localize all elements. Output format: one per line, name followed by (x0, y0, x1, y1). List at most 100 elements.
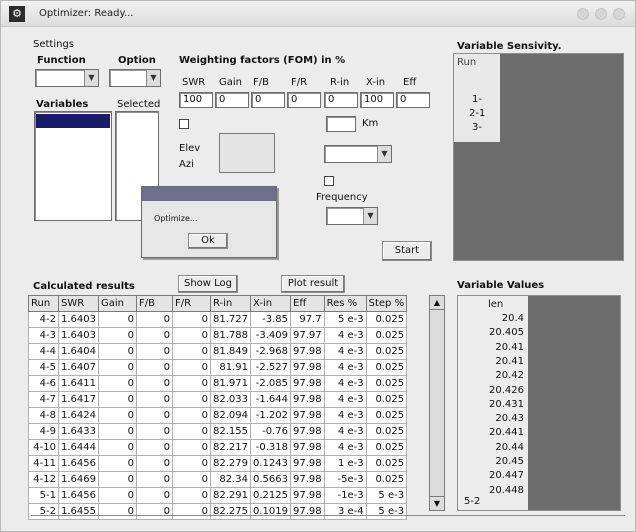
option-select[interactable]: ▼ (109, 69, 161, 87)
column-header-fb[interactable]: F/B (136, 295, 173, 312)
table-cell: 97.98 (290, 375, 325, 392)
table-cell: 1.6433 (58, 423, 99, 440)
scroll-up-icon[interactable]: ▲ (430, 296, 444, 310)
variables-list[interactable] (34, 111, 112, 221)
weight-xin-field[interactable]: 100 (360, 92, 394, 108)
table-cell: 1 e-3 (323, 455, 367, 472)
table-row[interactable]: 4-11 1.6456 0 0 0 82.279 0.1243 97.98 1 e-3 0.025 (28, 455, 408, 472)
weight-header-rin: R-in (330, 77, 350, 88)
table-cell: 4-11 (28, 455, 59, 472)
table-cell: 0 (172, 327, 211, 344)
minimize-button[interactable] (577, 8, 589, 20)
weight-swr-field[interactable]: 100 (179, 92, 213, 108)
plot-result-button[interactable]: Plot result (281, 275, 345, 293)
table-row[interactable]: 4-5 1.6407 0 0 0 81.91 -2.527 97.98 4 e-3 0.025 (28, 359, 408, 376)
band-select[interactable]: ▼ (324, 145, 392, 163)
frequency-checkbox[interactable] (324, 176, 334, 186)
table-cell: 97.98 (290, 455, 325, 472)
column-header-gain[interactable]: Gain (98, 295, 137, 312)
column-header-eff[interactable]: Eff (290, 295, 325, 312)
column-header-swr[interactable]: SWR (58, 295, 99, 312)
chevron-down-icon: ▼ (363, 208, 377, 224)
table-cell: 0 (136, 439, 173, 456)
table-cell: 0.025 (365, 423, 408, 440)
weight-header-eff: Eff (403, 77, 417, 88)
table-row[interactable]: 5-2 1.6455 0 0 0 82.275 0.1019 97.98 3 e-4 5 e-3 (28, 503, 408, 520)
start-button[interactable]: Start (382, 241, 432, 261)
table-row[interactable]: 4-8 1.6424 0 0 0 82.094 -1.202 97.98 4 e-3 0.025 (28, 407, 408, 424)
table-cell: 0 (172, 375, 211, 392)
table-cell: 0 (172, 359, 211, 376)
table-cell: 5-1 (28, 487, 59, 504)
function-label: Function (37, 55, 86, 66)
close-button[interactable] (613, 8, 625, 20)
table-cell: 0 (136, 391, 173, 408)
table-cell: -3.85 (250, 311, 291, 328)
table-cell: 4-8 (28, 407, 59, 424)
table-cell: 0 (136, 407, 173, 424)
table-cell: 0 (136, 455, 173, 472)
option-checkbox[interactable] (179, 119, 189, 129)
chevron-down-icon: ▼ (146, 70, 160, 86)
function-select[interactable]: ▼ (35, 69, 99, 87)
table-row[interactable]: 4-2 1.6403 0 0 0 81.727 -3.85 97.7 5 e-3 0.025 (28, 311, 408, 328)
table-row[interactable]: 4-7 1.6417 0 0 0 82.033 -1.644 97.98 4 e-3 0.025 (28, 391, 408, 408)
table-row[interactable]: 4-3 1.6403 0 0 0 81.788 -3.409 97.97 4 e-3 0.025 (28, 327, 408, 344)
weight-fr-field[interactable]: 0 (287, 92, 321, 108)
table-cell: 0 (172, 311, 211, 328)
table-row[interactable]: 4-6 1.6411 0 0 0 81.971 -2.085 97.98 4 e-3 0.025 (28, 375, 408, 392)
table-cell: 82.291 (210, 487, 251, 504)
table-row[interactable]: 4-10 1.6444 0 0 0 82.217 -0.318 97.98 4 e-3 0.025 (28, 439, 408, 456)
results-scrollbar[interactable]: ▲ ▼ (429, 295, 445, 511)
table-cell: 4-3 (28, 327, 59, 344)
table-cell: 0 (172, 423, 211, 440)
table-cell: 4 e-3 (323, 359, 367, 376)
frequency-select[interactable]: ▼ (326, 207, 378, 225)
weight-fb-field[interactable]: 0 (251, 92, 285, 108)
sensitivity-run: 1- (472, 94, 482, 105)
column-header-res[interactable]: Res % (323, 295, 367, 312)
values-column: len 20.4 20.405 20.41 20.41 20.42 20.426 20.43… (458, 296, 528, 510)
column-header-run[interactable]: Run (28, 295, 59, 312)
weight-gain-field[interactable]: 0 (215, 92, 249, 108)
weight-eff-field[interactable]: 0 (396, 92, 430, 108)
maximize-button[interactable] (595, 8, 607, 20)
table-cell: 0.025 (365, 439, 408, 456)
dialog-ok-button[interactable]: Ok (188, 233, 228, 249)
table-row[interactable]: 4-4 1.6404 0 0 0 81.849 -2.968 97.98 4 e-3 0.025 (28, 343, 408, 360)
column-header-step[interactable]: Step % (365, 295, 408, 312)
dialog-message: Optimize... (154, 214, 198, 223)
weight-header-fr: F/R (291, 77, 308, 88)
table-cell: 0 (98, 471, 137, 488)
elev-label: Elev (179, 143, 201, 154)
column-header-xin[interactable]: X-in (250, 295, 291, 312)
column-header-rin[interactable]: R-in (210, 295, 251, 312)
table-cell: 0.1019 (250, 503, 291, 520)
weight-rin-field[interactable]: 0 (324, 92, 358, 108)
list-item: 20.42 (495, 370, 524, 382)
table-cell: -1e-3 (323, 487, 367, 504)
km-field[interactable] (326, 116, 356, 132)
table-cell: 0 (98, 423, 137, 440)
variables-list-selected-item[interactable] (36, 114, 110, 128)
table-cell: 1.6424 (58, 407, 99, 424)
show-log-button[interactable]: Show Log (178, 275, 238, 293)
table-cell: 82.34 (210, 471, 251, 488)
angle-selector[interactable] (219, 133, 275, 173)
list-item: 20.4 (501, 313, 524, 324)
table-cell: 0.025 (365, 375, 408, 392)
table-row[interactable]: 5-1 1.6456 0 0 0 82.291 0.2125 97.98 -1e-3 5 e-3 (28, 487, 408, 504)
table-cell: 97.98 (290, 343, 325, 360)
table-row[interactable]: 4-12 1.6469 0 0 0 82.34 0.5663 97.98 -5e-3 0.025 (28, 471, 408, 488)
table-cell: 4-6 (28, 375, 59, 392)
table-cell: 0 (98, 439, 137, 456)
table-row[interactable]: 4-9 1.6433 0 0 0 82.155 -0.76 97.98 4 e-3 0.025 (28, 423, 408, 440)
scroll-down-icon[interactable]: ▼ (430, 496, 444, 510)
table-cell: 4 e-3 (323, 343, 367, 360)
table-cell: -1.202 (250, 407, 291, 424)
column-header-fr[interactable]: F/R (172, 295, 211, 312)
table-cell: 0.1243 (250, 455, 291, 472)
table-cell: -1.644 (250, 391, 291, 408)
table-cell: 0 (98, 343, 137, 360)
table-cell: 4 e-3 (323, 439, 367, 456)
